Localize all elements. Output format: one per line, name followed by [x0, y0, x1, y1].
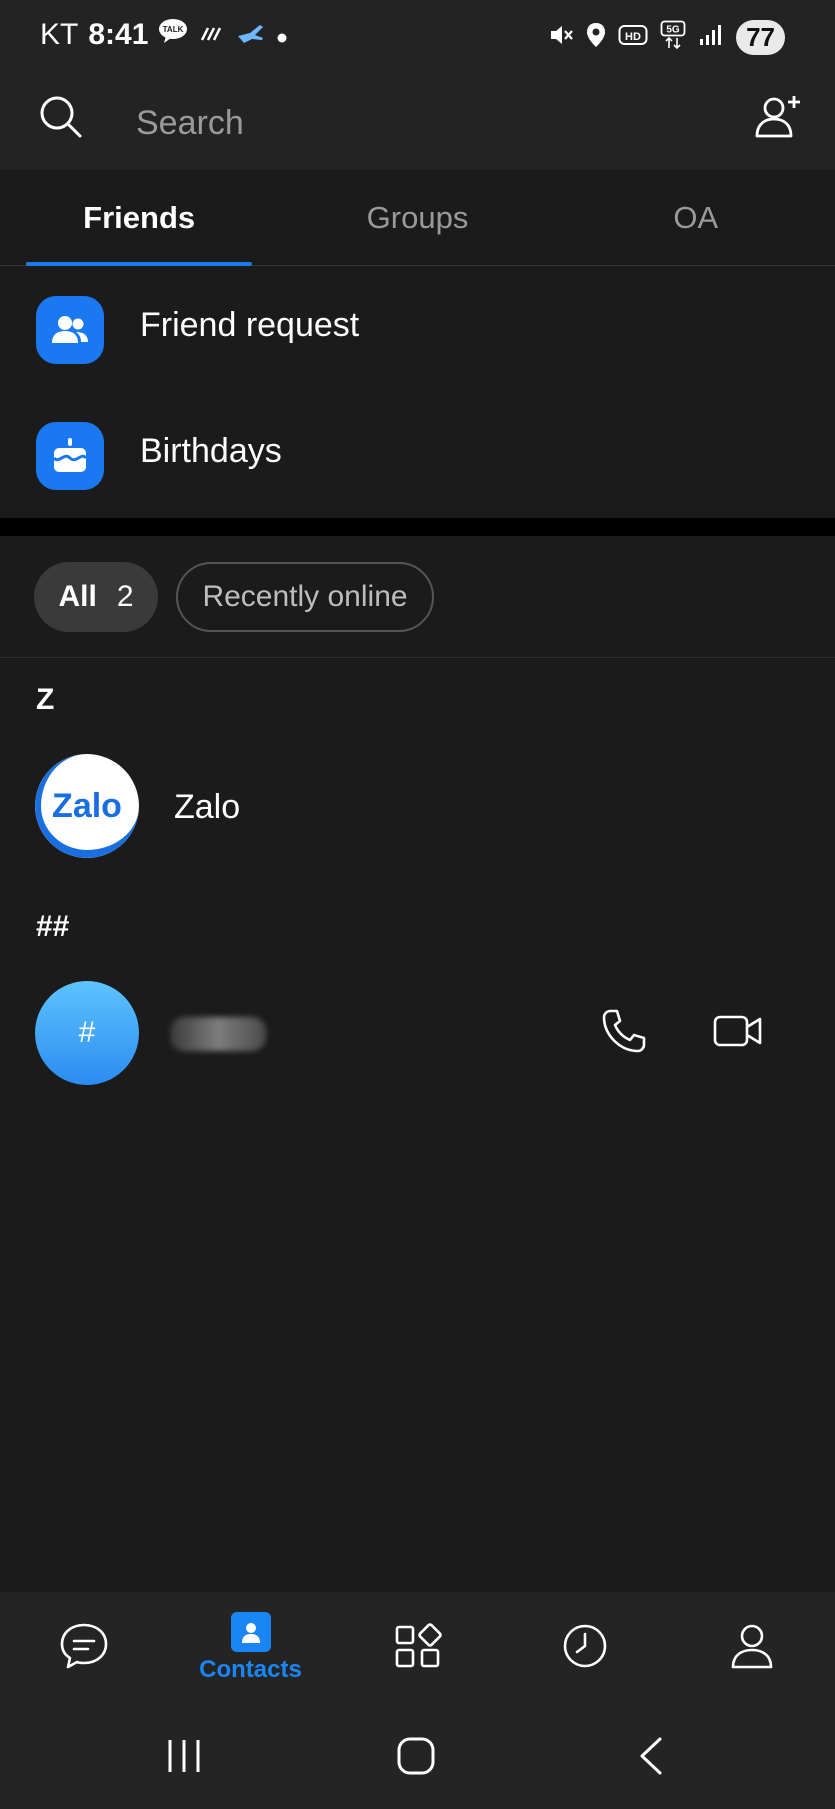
nav-profile[interactable]: [668, 1592, 835, 1704]
birthdays-label: Birthdays: [140, 432, 282, 470]
dot-notification-icon: [276, 18, 288, 52]
system-nav-bar: [0, 1704, 835, 1809]
avatar-initial: #: [78, 1016, 96, 1049]
friends-icon: [36, 296, 104, 364]
cake-icon: [36, 422, 104, 490]
clock-icon: [560, 1621, 610, 1676]
contacts-icon: [230, 1612, 271, 1652]
contact-row-hidden[interactable]: #: [0, 981, 835, 1093]
svg-text:TALK: TALK: [163, 25, 184, 34]
tab-groups[interactable]: Groups: [278, 170, 556, 265]
friend-request-item[interactable]: Friend request: [0, 266, 835, 392]
filter-all-chip[interactable]: All 2: [34, 562, 158, 632]
phone-icon[interactable]: [600, 1007, 648, 1060]
chat-icon: [58, 1621, 110, 1676]
profile-icon: [728, 1621, 776, 1676]
section-header-hash: ##: [36, 910, 70, 943]
talk-notification-icon: TALK: [158, 18, 188, 52]
friend-request-label: Friend request: [140, 306, 360, 344]
nav-timeline[interactable]: [501, 1592, 668, 1704]
apps-grid-icon: [393, 1621, 443, 1676]
contact-name: Zalo: [174, 788, 241, 826]
status-bar: KT 8:41 TALK HD 5G 77: [0, 0, 835, 76]
svg-text:HD: HD: [625, 31, 641, 43]
svg-text:5G: 5G: [666, 25, 680, 36]
search-icon[interactable]: [38, 94, 84, 145]
filter-all-label: All: [58, 580, 97, 613]
nav-discover[interactable]: [334, 1592, 501, 1704]
status-left: KT 8:41 TALK: [40, 18, 288, 52]
network-5g-icon: 5G: [660, 20, 686, 55]
nav-contacts-label: Contacts: [199, 1656, 302, 1683]
status-right: HD 5G 77: [548, 20, 785, 55]
filter-all-count: 2: [116, 580, 134, 613]
contact-row-zalo[interactable]: Zalo Zalo: [0, 754, 835, 866]
section-header-z: Z: [36, 683, 55, 716]
tab-friends[interactable]: Friends: [0, 170, 278, 266]
recent-apps-icon[interactable]: [166, 1736, 202, 1781]
filter-recently-online-chip[interactable]: Recently online: [176, 562, 434, 632]
contact-name-redacted: [170, 1017, 266, 1051]
plane-notification-icon: [236, 18, 266, 52]
tab-oa[interactable]: OA: [557, 170, 835, 265]
add-friend-icon[interactable]: [753, 92, 805, 149]
nav-contacts[interactable]: Contacts: [167, 1592, 334, 1704]
back-icon[interactable]: [636, 1736, 666, 1781]
status-time: 8:41: [88, 18, 149, 51]
carrier-label: KT: [40, 18, 79, 51]
filter-recent-label: Recently online: [202, 580, 408, 613]
section-separator: [0, 518, 835, 536]
search-bar: [0, 76, 835, 170]
filter-row: All 2 Recently online: [0, 536, 835, 658]
home-icon[interactable]: [396, 1736, 436, 1781]
signal-icon: [698, 23, 724, 52]
zalo-logo-ring: [35, 754, 139, 858]
video-call-icon[interactable]: [712, 1007, 764, 1060]
avatar: Zalo: [35, 754, 139, 858]
battery-indicator: 77: [736, 20, 785, 55]
avatar: #: [35, 981, 139, 1085]
birthdays-item[interactable]: Birthdays: [0, 392, 835, 518]
hd-icon: HD: [618, 23, 648, 52]
slash-notification-icon: [198, 18, 226, 52]
contacts-tabs: Friends Groups OA: [0, 170, 835, 266]
mute-icon: [548, 22, 574, 53]
bottom-nav: Contacts: [0, 1592, 835, 1704]
nav-messages[interactable]: [0, 1592, 167, 1704]
location-icon: [586, 22, 606, 53]
search-input[interactable]: [136, 98, 696, 148]
